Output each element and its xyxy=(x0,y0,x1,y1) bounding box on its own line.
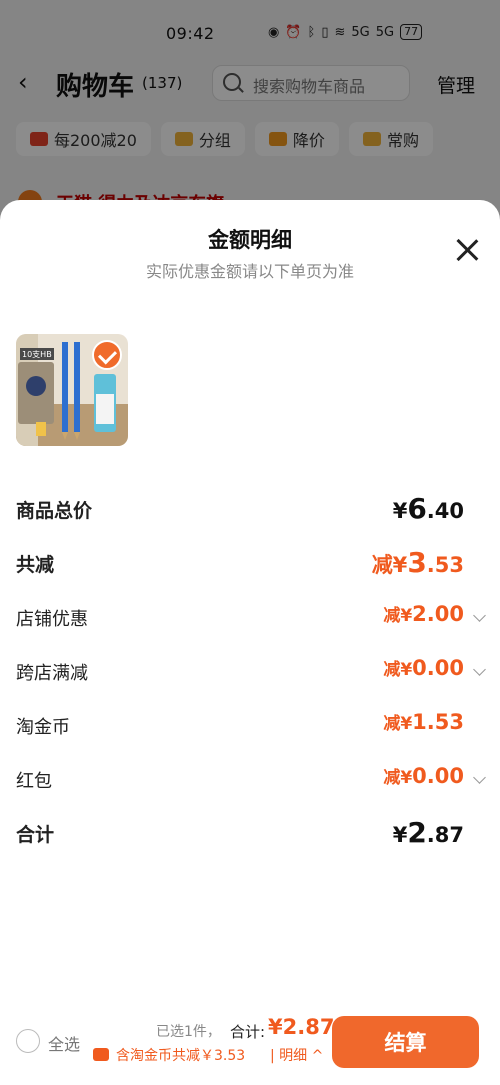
total-label: 合计: xyxy=(230,1023,266,1041)
amount-dec: .00 xyxy=(426,764,464,788)
cross-store-value: 减¥0.00 xyxy=(383,655,464,680)
prefix: 减¥ xyxy=(383,714,413,734)
amount-dec: .40 xyxy=(426,499,464,523)
checkout-bar: 全选 已选1件， 合计: ¥2.87 含淘金币共减￥3.53 | 明细 ^ 结算 xyxy=(0,1005,500,1085)
amount-dec: .00 xyxy=(426,602,464,626)
total-label: 合计 xyxy=(16,824,55,846)
amount-dec: .87 xyxy=(426,823,464,847)
row-total: 合计 ¥2.87 xyxy=(16,816,484,850)
amount-int: 3 xyxy=(407,546,427,579)
chevron-down-icon[interactable] xyxy=(473,771,486,784)
row-discount-total: 共减 减¥3.53 xyxy=(16,546,484,580)
chevron-down-icon[interactable] xyxy=(473,663,486,676)
sheet-title: 金额明细 xyxy=(208,228,292,252)
row-subtotal: 商品总价 ¥6.40 xyxy=(16,492,484,526)
row-shop-discount[interactable]: 店铺优惠 减¥2.00 xyxy=(16,601,486,635)
detail-toggle[interactable]: | 明细 ^ xyxy=(270,1045,323,1065)
discount-value: 减¥3.53 xyxy=(372,546,464,579)
coin-label: 淘金币 xyxy=(16,717,70,738)
coin-discount-note: 含淘金币共减￥3.53 xyxy=(116,1048,246,1064)
amount-int: 1 xyxy=(412,710,427,734)
row-cross-store[interactable]: 跨店满减 减¥0.00 xyxy=(16,655,486,689)
amount-int: 2 xyxy=(407,816,427,849)
amount-dec: .53 xyxy=(426,710,464,734)
select-all-radio[interactable] xyxy=(16,1029,40,1053)
coin-value: 减¥1.53 xyxy=(383,709,464,734)
shop-discount-label: 店铺优惠 xyxy=(16,609,88,630)
amount-int: 0 xyxy=(412,764,427,788)
product-thumbnail[interactable]: 10支HB xyxy=(16,334,128,446)
discount-label: 共减 xyxy=(16,554,55,576)
selected-check-icon[interactable] xyxy=(92,340,122,370)
prefix: 减¥ xyxy=(371,553,408,577)
red-packet-value: 减¥0.00 xyxy=(383,763,464,788)
amount-int: 2 xyxy=(412,602,427,626)
sheet-subtitle: 实际优惠金额请以下单页为准 xyxy=(145,262,354,281)
checkout-button[interactable]: 结算 xyxy=(332,1016,479,1068)
prefix: 减¥ xyxy=(383,660,413,680)
prefix: 减¥ xyxy=(383,606,413,626)
chevron-down-icon[interactable] xyxy=(473,609,486,622)
amount-dec: .53 xyxy=(426,553,464,577)
coin-ticket-icon xyxy=(93,1048,109,1061)
selected-count: 已选1件， xyxy=(156,1024,221,1040)
product-tag: 10支HB xyxy=(22,349,52,359)
amount-detail-sheet: 金额明细 实际优惠金额请以下单页为准 10支HB 商品总价 ¥6.40 共减 减… xyxy=(0,200,500,1085)
red-packet-label: 红包 xyxy=(16,771,52,792)
prefix: 减¥ xyxy=(383,768,413,788)
close-icon[interactable] xyxy=(455,238,479,262)
total-value: ¥2.87 xyxy=(393,816,464,849)
shop-discount-value: 减¥2.00 xyxy=(383,601,464,626)
amount-int: 0 xyxy=(412,656,427,680)
currency: ¥ xyxy=(392,823,408,847)
total-amount: ¥2.87 xyxy=(268,1015,335,1039)
amount-int: 6 xyxy=(407,492,427,525)
subtotal-label: 商品总价 xyxy=(16,500,93,522)
cross-store-label: 跨店满减 xyxy=(16,663,88,684)
row-red-packet[interactable]: 红包 减¥0.00 xyxy=(16,763,486,797)
row-taojinbi: 淘金币 减¥1.53 xyxy=(16,709,484,743)
currency: ¥ xyxy=(392,499,408,523)
select-all-label[interactable]: 全选 xyxy=(48,1031,80,1055)
amount-dec: .00 xyxy=(426,656,464,680)
subtotal-value: ¥6.40 xyxy=(393,492,464,525)
